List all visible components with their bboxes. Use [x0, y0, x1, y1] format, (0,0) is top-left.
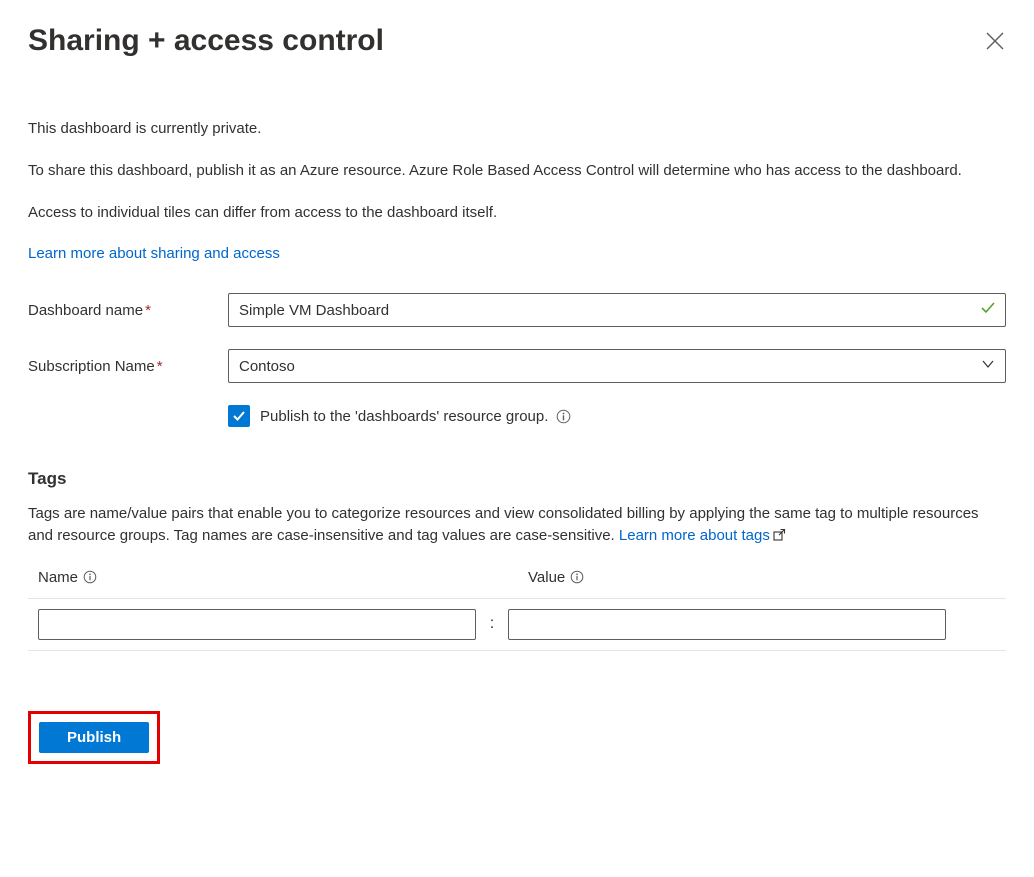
tags-value-column-header: Value: [528, 569, 565, 586]
subscription-name-label: Subscription Name: [28, 358, 155, 375]
close-button[interactable]: [984, 30, 1006, 52]
required-indicator: *: [157, 358, 163, 375]
info-icon[interactable]: [82, 570, 97, 585]
tags-name-column-header: Name: [38, 569, 78, 586]
tags-table: Name Value :: [28, 569, 1006, 651]
required-indicator: *: [145, 302, 151, 319]
tag-separator: :: [476, 615, 508, 633]
info-icon[interactable]: [556, 409, 571, 424]
info-icon[interactable]: [569, 570, 584, 585]
table-row: :: [28, 599, 1006, 640]
publish-resource-group-checkbox[interactable]: [228, 405, 250, 427]
tag-value-input[interactable]: [508, 609, 946, 640]
publish-resource-group-label: Publish to the 'dashboards' resource gro…: [260, 408, 548, 425]
publish-highlight-box: Publish: [28, 711, 160, 764]
dashboard-name-input[interactable]: [228, 293, 1006, 327]
subscription-select[interactable]: [228, 349, 1006, 383]
close-icon: [984, 30, 1006, 52]
checkmark-icon: [232, 409, 246, 423]
page-title: Sharing + access control: [28, 24, 384, 58]
dashboard-name-label: Dashboard name: [28, 302, 143, 319]
tags-heading: Tags: [28, 469, 1006, 489]
learn-more-sharing-link[interactable]: Learn more about sharing and access: [28, 245, 280, 262]
publish-button[interactable]: Publish: [39, 722, 149, 753]
intro-line-1: This dashboard is currently private.: [28, 118, 1006, 140]
external-link-icon: [772, 527, 786, 549]
intro-line-3: Access to individual tiles can differ fr…: [28, 202, 1006, 224]
learn-more-tags-link[interactable]: Learn more about tags: [619, 527, 786, 544]
tags-description: Tags are name/value pairs that enable yo…: [28, 503, 1006, 549]
intro-line-2: To share this dashboard, publish it as a…: [28, 160, 1006, 182]
tag-name-input[interactable]: [38, 609, 476, 640]
